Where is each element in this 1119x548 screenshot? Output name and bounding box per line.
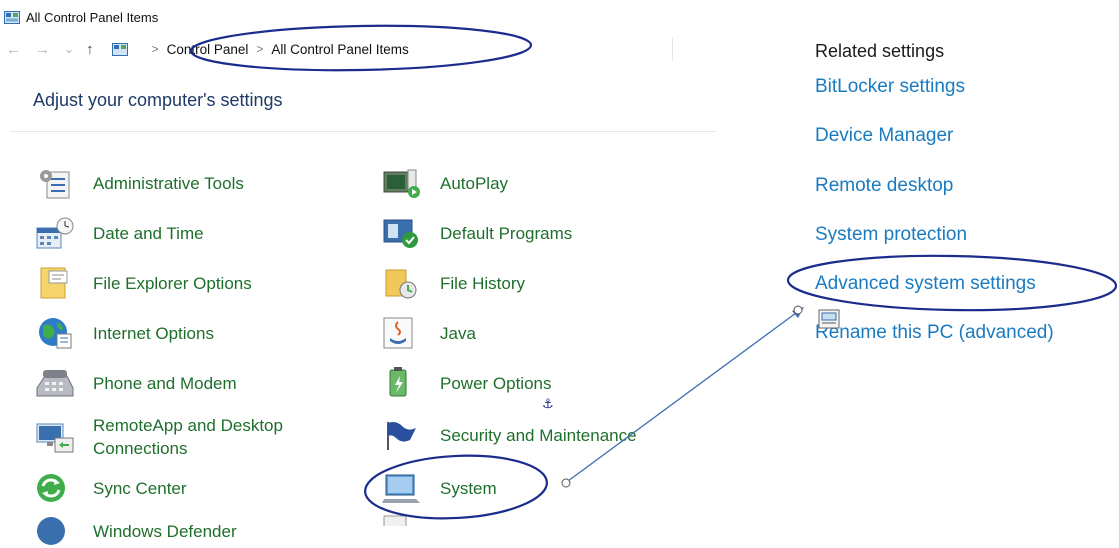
item-security-and-maintenance[interactable]: Security and Maintenance <box>380 418 637 452</box>
item-label: Phone and Modem <box>93 373 237 393</box>
java-icon <box>383 317 413 349</box>
date-time-icon <box>36 217 74 249</box>
control-panel-icon <box>4 10 20 24</box>
item-label: Security and Maintenance <box>440 425 637 445</box>
address-bar[interactable]: > Control Panel > All Control Panel Item… <box>111 37 673 61</box>
divider <box>10 131 716 132</box>
security-flag-icon <box>387 422 416 450</box>
item-label-line2: Connections <box>93 439 188 458</box>
annotation-arrow-start <box>561 478 571 488</box>
item-label: AutoPlay <box>440 173 509 193</box>
item-file-history[interactable]: File History <box>380 266 525 300</box>
sync-center-icon <box>37 474 65 502</box>
folder-options-icon <box>40 267 68 299</box>
breadcrumb-separator: > <box>256 42 264 56</box>
item-sync-center[interactable]: Sync Center <box>33 471 187 505</box>
item-label: System <box>440 478 497 498</box>
partial-item-icon <box>383 515 407 526</box>
internet-options-icon <box>39 318 72 349</box>
annotation-arrow-line <box>567 312 797 482</box>
system-icon <box>382 474 420 503</box>
autoplay-icon <box>383 169 420 198</box>
item-label: File Explorer Options <box>93 273 252 293</box>
recent-dropdown-icon[interactable]: ⌄ <box>64 42 74 56</box>
forward-icon[interactable]: → <box>35 41 50 58</box>
item-power-options[interactable]: Power Options <box>380 366 552 400</box>
item-label: Windows Defender <box>93 521 237 541</box>
item-system[interactable]: System <box>380 471 497 505</box>
item-label: Default Programs <box>440 223 573 243</box>
item-label: File History <box>440 273 526 293</box>
item-label-line1: RemoteApp and Desktop <box>93 416 283 435</box>
breadcrumb-control-panel[interactable]: Control Panel <box>167 42 249 57</box>
item-label: Power Options <box>440 373 552 393</box>
item-internet-options[interactable]: Internet Options <box>33 316 214 350</box>
item-file-explorer-options[interactable]: File Explorer Options <box>33 266 252 300</box>
navigation-bar: ← → ⌄ ↑ > Control Panel > All Control Pa… <box>6 32 718 66</box>
related-settings-title: Related settings <box>815 41 945 61</box>
item-phone-and-modem[interactable]: Phone and Modem <box>33 366 237 400</box>
item-label: Date and Time <box>93 223 204 243</box>
back-icon[interactable]: ← <box>6 41 21 58</box>
link-advanced-system-settings[interactable]: Advanced system settings <box>815 273 1036 295</box>
item-default-programs[interactable]: Default Programs <box>380 216 572 250</box>
breadcrumb-all-items[interactable]: All Control Panel Items <box>271 42 408 57</box>
annotation-arrow-end <box>793 305 803 315</box>
title-bar: All Control Panel Items <box>4 8 158 26</box>
control-panel-icon <box>111 42 128 56</box>
item-remoteapp[interactable]: RemoteApp and Desktop Connections <box>33 414 283 460</box>
windows-defender-icon <box>37 517 65 545</box>
link-device-manager[interactable]: Device Manager <box>815 125 953 147</box>
shield-admin-icon <box>818 309 840 329</box>
file-history-icon <box>385 269 417 299</box>
link-system-protection[interactable]: System protection <box>815 224 967 246</box>
remoteapp-icon <box>36 423 74 453</box>
item-administrative-tools[interactable]: Administrative Tools <box>33 166 244 200</box>
annotation-arrowhead <box>792 307 804 318</box>
phone-modem-icon <box>36 370 74 397</box>
administrative-tools-icon <box>40 170 70 199</box>
window-title: All Control Panel Items <box>26 9 159 25</box>
item-label: Administrative Tools <box>93 173 244 193</box>
up-icon[interactable]: ↑ <box>86 41 94 58</box>
link-bitlocker-settings[interactable]: BitLocker settings <box>815 76 965 98</box>
item-label: Sync Center <box>93 478 187 498</box>
item-label: Internet Options <box>93 323 214 343</box>
item-label: Java <box>440 323 476 343</box>
item-autoplay[interactable]: AutoPlay <box>380 166 508 200</box>
page-heading: Adjust your computer's settings <box>33 90 283 110</box>
default-programs-icon <box>383 219 418 248</box>
item-windows-defender[interactable]: Windows Defender <box>33 514 237 548</box>
item-date-and-time[interactable]: Date and Time <box>33 216 204 250</box>
item-label: RemoteApp and Desktop Connections <box>93 414 283 460</box>
item-java[interactable]: Java <box>380 316 476 350</box>
link-rename-this-pc[interactable]: Rename this PC (advanced) <box>815 322 1054 344</box>
link-remote-desktop[interactable]: Remote desktop <box>815 175 953 197</box>
power-options-icon <box>389 367 407 397</box>
breadcrumb-separator: > <box>151 42 159 56</box>
